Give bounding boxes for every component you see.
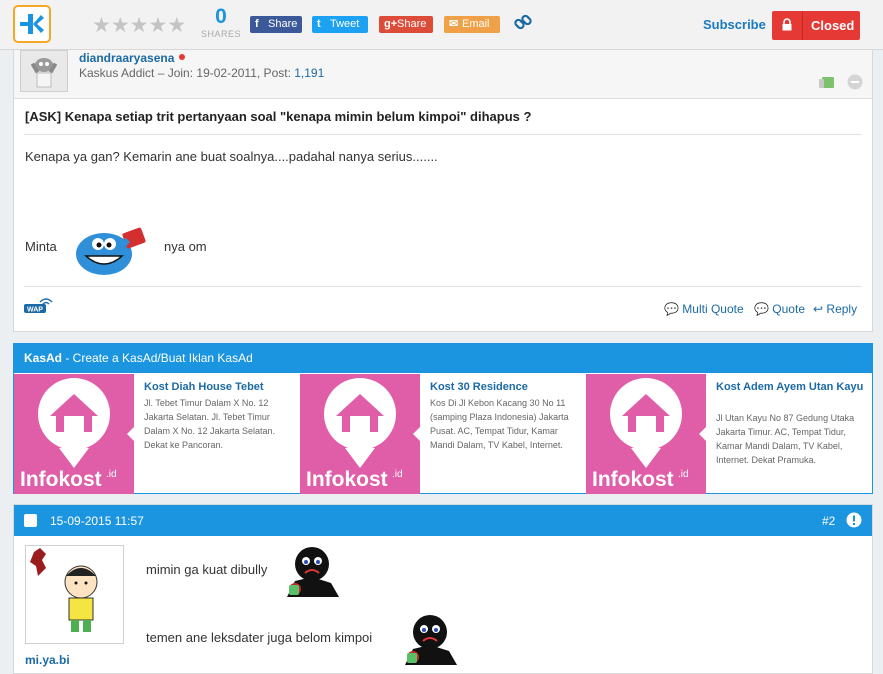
user-post-count[interactable]: 1,191 (294, 66, 324, 80)
ad-card[interactable]: Infokost .id Kost 30 Residence Kos Di Jl… (300, 374, 586, 494)
kaskus-logo-icon[interactable] (13, 5, 51, 43)
star-icon[interactable]: ★ (111, 13, 130, 37)
post-text-minta: Minta (25, 239, 57, 254)
twitter-tweet-button[interactable]: t Tweet (312, 16, 368, 33)
star-icon[interactable]: ★ (92, 13, 111, 37)
ad-description: Jl. Tebet Timur Dalam X No. 12 Jakarta S… (144, 398, 276, 450)
share-count-number: 0 (215, 5, 227, 28)
avatar[interactable] (20, 50, 68, 92)
quote-button[interactable]: 💬 Quote (754, 302, 805, 316)
star-icon[interactable]: ★ (130, 13, 149, 37)
wap-label: WAP (27, 306, 43, 313)
ad-pointer (127, 426, 135, 442)
post-date: 15-09-2015 11:57 (50, 514, 144, 528)
closed-button[interactable]: Closed (772, 11, 860, 40)
multi-quote-button[interactable]: 💬 Multi Quote (664, 302, 744, 316)
share-count: 0 SHARES (201, 5, 241, 39)
post-number[interactable]: #2 (822, 514, 835, 528)
infokost-brand: Infokost (306, 468, 388, 491)
googleplus-icon: g+ (384, 18, 398, 30)
infokost-logo-image[interactable]: Infokost .id (586, 374, 706, 494)
kasad-header[interactable]: KasAd - Create a KasAd/Buat Iklan KasAd (14, 344, 872, 373)
post-username[interactable]: mi.ya.bi (25, 653, 70, 667)
facebook-icon: f (255, 18, 259, 30)
facebook-share-label: Share (268, 18, 298, 30)
footer-divider (24, 286, 862, 287)
twitter-icon: t (317, 18, 321, 30)
report-alert-icon[interactable] (846, 512, 862, 533)
select-post-checkbox[interactable] (24, 514, 37, 527)
ad-pointer (699, 426, 707, 442)
infokost-logo-image[interactable]: Infokost .id (300, 374, 420, 494)
multi-quote-label: Multi Quote (682, 302, 744, 316)
email-share-label: Email (462, 18, 490, 30)
ad-card[interactable]: Infokost .id Kost Adem Ayem Utan Kayu Jl… (586, 374, 872, 494)
kasad-subtitle: - Create a KasAd/Buat Iklan KasAd (62, 351, 253, 365)
star-icon[interactable]: ★ (167, 13, 186, 37)
sad-emoticon-icon (399, 613, 461, 670)
closed-label: Closed (811, 18, 855, 33)
lock-icon (782, 18, 792, 34)
twitter-tweet-label: Tweet (330, 18, 360, 30)
facebook-share-button[interactable]: f Share (250, 16, 302, 33)
infokost-brand-suffix: .id (392, 469, 403, 480)
thread-first-post: diandraaryasena Kaskus Addict – Join: 19… (13, 50, 873, 332)
share-count-label: SHARES (201, 29, 242, 39)
top-bar: ★★★★★ 0 SHARES f Share t Tweet g+ Share … (0, 0, 883, 50)
googleplus-share-label: Share (397, 18, 427, 30)
ad-description: Jl Utan Kayu No 87 Gedung Utaka Jakarta … (716, 413, 855, 465)
reply-text-line: temen ane leksdater juga belom kimpoi (146, 630, 373, 645)
ad-description: Kos Di Jl Kebon Kacang 30 No 11 (samping… (430, 398, 569, 450)
subscribe-link[interactable]: Subscribe (703, 17, 766, 32)
ad-title[interactable]: Kost Adem Ayem Utan Kayu (716, 380, 866, 395)
ad-title[interactable]: Kost Diah House Tebet (144, 380, 294, 395)
infokost-brand-suffix: .id (106, 469, 117, 480)
email-icon: ✉ (449, 18, 459, 30)
post-text-nya-om: nya om (164, 239, 207, 254)
thread-reply-post: 15-09-2015 11:57 #2 mi.ya.bi mimin ga ku… (13, 504, 873, 674)
star-icon[interactable]: ★ (148, 13, 167, 37)
post-username[interactable]: diandraaryasena (79, 51, 174, 65)
kasad-ad-panel: KasAd - Create a KasAd/Buat Iklan KasAd … (13, 343, 873, 494)
ad-card[interactable]: Infokost .id Kost Diah House Tebet Jl. T… (14, 374, 300, 494)
title-divider (24, 134, 862, 135)
blue-emoticon-icon (72, 220, 152, 281)
ad-title[interactable]: Kost 30 Residence (430, 380, 580, 395)
kasad-title: KasAd (24, 351, 63, 365)
online-status-dot (179, 54, 185, 60)
infokost-brand: Infokost (592, 468, 674, 491)
user-meta-text: Kaskus Addict – Join: 19-02-2011, Post: (79, 66, 295, 80)
ad-pointer (413, 426, 421, 442)
quote-label: Quote (772, 302, 805, 316)
post-body-text: Kenapa ya gan? Kemarin ane buat soalnya.… (25, 149, 438, 164)
googleplus-share-button[interactable]: g+ Share (379, 16, 433, 33)
email-share-button[interactable]: ✉ Email (444, 16, 500, 33)
avatar[interactable] (25, 545, 124, 644)
reply-icon: ↩ (813, 302, 824, 316)
post-title: [ASK] Kenapa setiap trit pertanyaan soal… (25, 109, 532, 124)
wap-icon: WAP (24, 296, 56, 319)
reply-text-line: mimin ga kuat dibully (146, 562, 268, 577)
reply-label: Reply (826, 302, 858, 316)
gift-icon[interactable] (819, 75, 835, 94)
sad-emoticon-icon (281, 545, 343, 602)
reply-button[interactable]: ↩ Reply (813, 302, 857, 316)
post-author-header: diandraaryasena Kaskus Addict – Join: 19… (14, 50, 872, 99)
infokost-brand-suffix: .id (678, 469, 689, 480)
link-icon[interactable] (513, 13, 533, 38)
more-options-icon[interactable] (847, 74, 863, 95)
comment-icon: 💬 (754, 302, 769, 316)
infokost-logo-image[interactable]: Infokost .id (14, 374, 134, 494)
user-meta: Kaskus Addict – Join: 19-02-2011, Post: … (79, 66, 324, 80)
infokost-brand: Infokost (20, 468, 102, 491)
rating-stars[interactable]: ★★★★★ (92, 13, 186, 37)
button-divider (802, 11, 803, 40)
comments-icon: 💬 (664, 302, 679, 316)
post-header: 15-09-2015 11:57 #2 (14, 505, 872, 536)
